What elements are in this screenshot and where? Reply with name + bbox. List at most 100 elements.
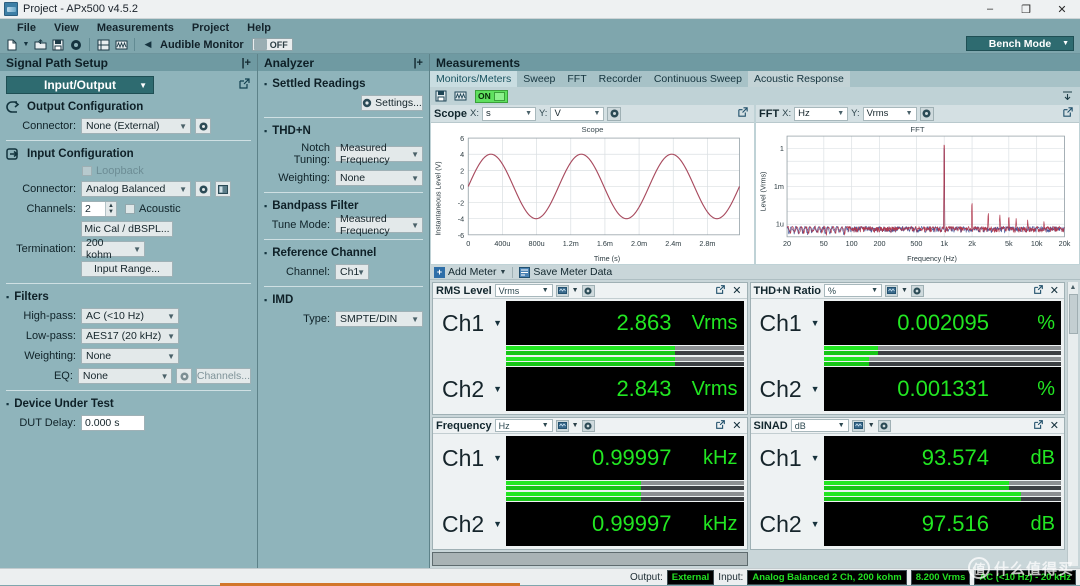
eq-settings-button[interactable]: [176, 368, 192, 384]
notch-tuning-select[interactable]: Measured Frequency ▼: [335, 142, 423, 166]
open-folder-icon[interactable]: [32, 37, 48, 53]
chevron-down-icon[interactable]: ▼: [572, 287, 579, 294]
menu-help[interactable]: Help: [238, 21, 280, 35]
input-output-dropdown[interactable]: Input/Output ▼: [6, 76, 154, 94]
settings-gear-icon[interactable]: [68, 37, 84, 53]
tab-acoustic-response[interactable]: Acoustic Response: [747, 71, 850, 87]
meter-display-mode-icon[interactable]: [555, 419, 569, 432]
highpass-select[interactable]: AC (<10 Hz) ▼: [81, 308, 179, 324]
filter-weighting-select[interactable]: None ▼: [81, 348, 179, 364]
channels-stepper[interactable]: 2 ▲ ▼: [81, 201, 117, 217]
meter-settings-gear-icon[interactable]: [581, 419, 595, 432]
popout-icon[interactable]: [238, 77, 251, 93]
tab-monitors-meters[interactable]: Monitors/Meters: [430, 71, 518, 87]
scope-popout-icon[interactable]: [737, 106, 751, 121]
tab-fft[interactable]: FFT: [561, 71, 592, 87]
channel-selector[interactable]: Ch1 ▼: [436, 436, 506, 480]
eq-channels-button[interactable]: Channels...: [195, 368, 251, 384]
expand-analyzer-icon[interactable]: |+: [413, 57, 423, 69]
tab-continuous-sweep[interactable]: Continuous Sweep: [648, 71, 748, 87]
speaker-icon[interactable]: ◀: [140, 37, 156, 53]
thdn-weighting-select[interactable]: None ▼: [335, 170, 423, 186]
close-button[interactable]: ✕: [1044, 0, 1080, 19]
meter-unit-select[interactable]: % ▼: [824, 284, 883, 297]
meter-unit-select[interactable]: Hz ▼: [494, 419, 553, 432]
settled-settings-button[interactable]: Settings...: [361, 95, 423, 111]
fft-popout-icon[interactable]: [1062, 106, 1076, 121]
new-document-icon[interactable]: [4, 37, 20, 53]
meter-unit-select[interactable]: Vrms ▼: [494, 284, 553, 297]
signal-path-icon[interactable]: [95, 37, 111, 53]
scope-y-unit-select[interactable]: V ▼: [550, 106, 605, 121]
empty-meter-slot[interactable]: [432, 552, 748, 566]
save-icon[interactable]: [50, 37, 66, 53]
imd-type-select[interactable]: SMPTE/DIN ▼: [335, 311, 423, 327]
mic-cal-button[interactable]: Mic Cal / dBSPL...: [81, 221, 173, 237]
chevron-down-icon[interactable]: ▼: [572, 422, 579, 429]
menu-view[interactable]: View: [45, 21, 88, 35]
input-connector-detail-button[interactable]: [215, 181, 231, 197]
waveform-view-icon[interactable]: [452, 88, 468, 104]
meter-popout-icon[interactable]: [1033, 284, 1044, 298]
fft-settings-gear-icon[interactable]: [919, 106, 934, 121]
expand-panel-icon[interactable]: |+: [241, 57, 251, 69]
dut-delay-input[interactable]: 0.000 s: [81, 415, 145, 431]
channel-selector[interactable]: Ch2 ▼: [754, 367, 824, 411]
channel-selector[interactable]: Ch1 ▼: [436, 301, 506, 345]
channel-selector[interactable]: Ch2 ▼: [436, 502, 506, 546]
channel-selector[interactable]: Ch2 ▼: [754, 502, 824, 546]
loopback-checkbox[interactable]: [82, 166, 92, 176]
input-connector-settings-button[interactable]: [195, 181, 211, 197]
channel-selector[interactable]: Ch1 ▼: [754, 436, 824, 480]
output-connector-settings-button[interactable]: [195, 118, 211, 134]
meter-popout-icon[interactable]: [1033, 419, 1044, 433]
scope-x-unit-select[interactable]: s ▼: [482, 106, 536, 121]
termination-select[interactable]: 200 kohm ▼: [81, 237, 145, 261]
meter-settings-gear-icon[interactable]: [910, 284, 924, 297]
meter-popout-icon[interactable]: [715, 284, 726, 298]
meters-scrollbar[interactable]: ▲: [1067, 282, 1078, 566]
minimize-button[interactable]: –: [972, 0, 1008, 19]
meter-close-icon[interactable]: ✕: [1050, 284, 1059, 297]
waveform-icon[interactable]: [113, 37, 129, 53]
collapse-icon[interactable]: [1062, 89, 1077, 103]
lowpass-select[interactable]: AES17 (20 kHz) ▼: [81, 328, 179, 344]
monitor-on-toggle[interactable]: ON: [475, 89, 508, 103]
fft-y-unit-select[interactable]: Vrms ▼: [862, 106, 917, 121]
add-meter-button[interactable]: + Add Meter ▼: [434, 266, 506, 278]
chevron-down-icon[interactable]: ▼: [901, 287, 908, 294]
stepper-arrows[interactable]: ▲ ▼: [105, 202, 116, 216]
meter-display-mode-icon[interactable]: [851, 419, 865, 432]
new-dropdown-chevron-icon[interactable]: ▼: [22, 37, 30, 53]
tune-mode-select[interactable]: Measured Frequency ▼: [335, 213, 423, 237]
meter-close-icon[interactable]: ✕: [732, 284, 741, 297]
meter-close-icon[interactable]: ✕: [1050, 419, 1059, 432]
scope-plot[interactable]: Scope Instantaneous Level (V) Time (s) 6…: [431, 123, 754, 264]
input-connector-select[interactable]: Analog Balanced ▼: [81, 181, 191, 197]
audible-monitor-toggle[interactable]: OFF: [251, 38, 293, 51]
scroll-up-arrow-icon[interactable]: ▲: [1070, 282, 1077, 293]
scope-settings-gear-icon[interactable]: [607, 106, 622, 121]
menu-project[interactable]: Project: [183, 21, 238, 35]
chevron-down-icon[interactable]: ▼: [868, 422, 875, 429]
save-measurement-icon[interactable]: [433, 88, 449, 104]
input-range-button[interactable]: Input Range...: [81, 261, 173, 277]
meter-settings-gear-icon[interactable]: [877, 419, 891, 432]
meter-display-mode-icon[interactable]: [555, 284, 569, 297]
menu-file[interactable]: File: [8, 21, 45, 35]
menu-measurements[interactable]: Measurements: [88, 21, 183, 35]
bench-mode-dropdown[interactable]: Bench Mode ▼: [966, 36, 1074, 51]
channel-selector[interactable]: Ch2 ▼: [436, 367, 506, 411]
meter-close-icon[interactable]: ✕: [732, 419, 741, 432]
fft-x-unit-select[interactable]: Hz ▼: [794, 106, 849, 121]
meter-settings-gear-icon[interactable]: [581, 284, 595, 297]
scrollbar-thumb[interactable]: [1068, 294, 1078, 334]
maximize-button[interactable]: ❐: [1008, 0, 1044, 19]
acoustic-checkbox[interactable]: [125, 204, 135, 214]
tab-recorder[interactable]: Recorder: [593, 71, 648, 87]
fft-plot[interactable]: FFT Level (Vrms) Frequency (Hz) 1 1m 1u 20…: [756, 123, 1079, 264]
channel-selector[interactable]: Ch1 ▼: [754, 301, 824, 345]
output-connector-select[interactable]: None (External) ▼: [81, 118, 191, 134]
chevron-down-icon[interactable]: ▼: [499, 269, 506, 276]
eq-select[interactable]: None ▼: [77, 368, 173, 384]
